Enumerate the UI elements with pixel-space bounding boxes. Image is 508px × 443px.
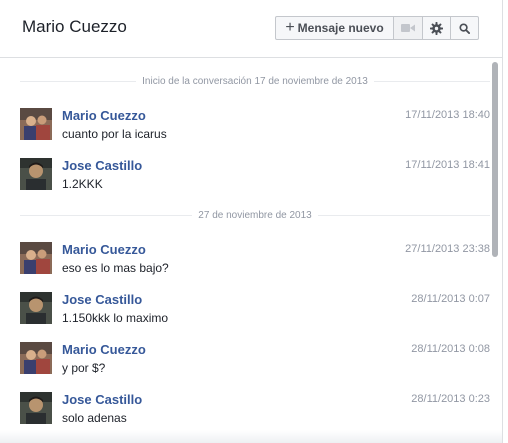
message-item: Jose Castillo 28/11/2013 0:23 solo adena… xyxy=(20,392,490,432)
conversation-title: Mario Cuezzo xyxy=(22,17,127,36)
separator-line xyxy=(373,80,491,82)
avatar[interactable] xyxy=(20,242,52,274)
sender-name[interactable]: Jose Castillo xyxy=(62,292,142,307)
avatar[interactable] xyxy=(20,292,52,324)
message-text: solo adenas xyxy=(62,411,127,425)
sender-name[interactable]: Mario Cuezzo xyxy=(62,242,146,257)
gear-icon xyxy=(430,21,443,35)
composer-edge xyxy=(0,430,502,443)
avatar[interactable] xyxy=(20,158,52,190)
separator-line xyxy=(20,80,137,82)
video-call-button[interactable] xyxy=(393,16,423,40)
scrollbar-thumb[interactable] xyxy=(492,62,498,257)
video-camera-icon xyxy=(401,24,415,32)
message-item: Mario Cuezzo 28/11/2013 0:08 y por $? xyxy=(20,342,490,382)
avatar[interactable] xyxy=(20,392,52,424)
conversation-start-separator: Inicio de la conversación 17 de noviembr… xyxy=(20,74,491,88)
search-icon xyxy=(459,22,470,34)
message-text: 1.2KKK xyxy=(62,177,103,191)
message-timestamp: 28/11/2013 0:23 xyxy=(411,393,490,405)
sender-name[interactable]: Mario Cuezzo xyxy=(62,108,146,123)
separator-line xyxy=(20,214,193,216)
search-button[interactable] xyxy=(450,16,479,40)
conversation-start-label: Inicio de la conversación 17 de noviembr… xyxy=(142,75,368,87)
sender-name[interactable]: Mario Cuezzo xyxy=(62,342,146,357)
message-item: Jose Castillo 28/11/2013 0:07 1.150kkk l… xyxy=(20,292,490,332)
new-message-button[interactable]: + Mensaje nuevo xyxy=(275,16,394,40)
plus-icon: + xyxy=(285,19,295,36)
message-timestamp: 28/11/2013 0:07 xyxy=(411,293,490,305)
date-separator-label: 27 de noviembre de 2013 xyxy=(198,209,312,221)
new-message-label: Mensaje nuevo xyxy=(297,21,384,35)
chat-header: Mario Cuezzo + Mensaje nuevo xyxy=(0,0,502,58)
settings-button[interactable] xyxy=(422,16,451,40)
message-timestamp: 17/11/2013 18:40 xyxy=(405,109,490,121)
header-toolbar: + Mensaje nuevo xyxy=(275,16,479,40)
date-separator: 27 de noviembre de 2013 xyxy=(20,208,491,222)
message-text: eso es lo mas bajo? xyxy=(62,261,169,275)
sender-name[interactable]: Jose Castillo xyxy=(62,392,142,407)
message-text: cuanto por la icarus xyxy=(62,127,167,141)
message-timestamp: 28/11/2013 0:08 xyxy=(411,343,490,355)
message-item: Mario Cuezzo 17/11/2013 18:40 cuanto por… xyxy=(20,108,490,148)
avatar[interactable] xyxy=(20,342,52,374)
message-item: Mario Cuezzo 27/11/2013 23:38 eso es lo … xyxy=(20,242,490,282)
separator-line xyxy=(317,214,491,216)
message-text: y por $? xyxy=(62,361,106,375)
chat-window: Mario Cuezzo + Mensaje nuevo Inicio de l… xyxy=(0,0,503,443)
sender-name[interactable]: Jose Castillo xyxy=(62,158,142,173)
avatar[interactable] xyxy=(20,108,52,140)
message-text: 1.150kkk lo maximo xyxy=(62,311,169,325)
message-item: Jose Castillo 17/11/2013 18:41 1.2KKK xyxy=(20,158,490,198)
message-timestamp: 27/11/2013 23:38 xyxy=(405,243,490,255)
message-timestamp: 17/11/2013 18:41 xyxy=(405,159,490,171)
